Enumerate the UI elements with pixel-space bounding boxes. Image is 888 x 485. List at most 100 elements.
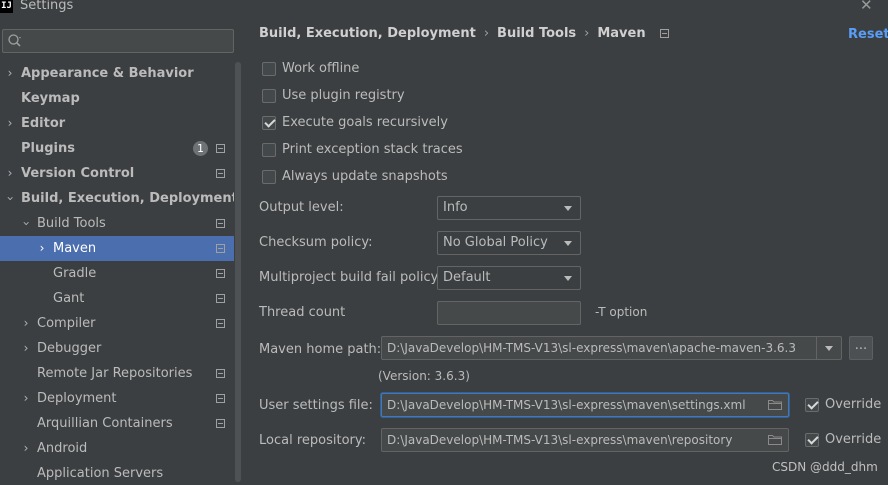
chevron-right-icon: › [23, 391, 29, 405]
close-icon[interactable]: ✕ [860, 0, 876, 14]
sidebar-item-arquillian-containers[interactable]: Arquillian Containers [0, 411, 234, 436]
search-icon [8, 34, 21, 47]
sidebar-item-application-servers[interactable]: Application Servers [0, 461, 234, 485]
settings-sidebar: › Appearance & Behavior Keymap › Editor … [0, 16, 242, 485]
sidebar-item-compiler[interactable]: › Compiler [0, 311, 234, 336]
reset-link[interactable]: Reset [848, 27, 888, 42]
chevron-right-icon: › [39, 241, 45, 255]
sidebar-item-label: Arquillian Containers [37, 416, 173, 431]
search-input[interactable] [29, 32, 229, 50]
multiproject-fail-policy-label: Multiproject build fail policy: [259, 270, 442, 285]
sidebar-item-label: Build Tools [37, 216, 106, 231]
sidebar-item-remote-jar-repositories[interactable]: Remote Jar Repositories [0, 361, 234, 386]
sidebar-item-label: Appearance & Behavior [21, 66, 194, 81]
breadcrumb: Build, Execution, Deployment › Build Tools… [259, 26, 669, 46]
chevron-down-icon: › [19, 221, 34, 226]
plugins-update-badge: 1 [193, 141, 208, 156]
checkbox-label: Execute goals recursively [282, 115, 448, 130]
sidebar-item-editor[interactable]: › Editor [0, 111, 234, 136]
thread-count-input[interactable] [437, 301, 581, 325]
dropdown-arrow-icon [564, 241, 572, 246]
user-settings-label: User settings file: [259, 398, 373, 413]
dropdown-arrow-icon[interactable] [825, 346, 833, 351]
checkbox-box[interactable] [262, 62, 276, 76]
breadcrumb-item: Build, Execution, Deployment [259, 26, 476, 41]
project-settings-icon [216, 244, 225, 253]
sidebar-item-build-execution-deployment[interactable]: › Build, Execution, Deployment [0, 186, 238, 211]
chevron-right-icon: › [23, 316, 29, 330]
breadcrumb-separator: › [483, 26, 490, 41]
breadcrumb-separator: › [584, 26, 590, 41]
maven-version-note: (Version: 3.6.3) [378, 369, 470, 383]
output-level-value: Info [443, 200, 468, 215]
local-repository-value: D:\JavaDevelop\HM-TMS-V13\sl-express\mav… [387, 433, 733, 447]
sidebar-item-plugins[interactable]: Plugins 1 [0, 136, 234, 161]
checkbox-label: Work offline [282, 61, 360, 76]
sidebar-item-gant[interactable]: Gant [0, 286, 234, 311]
sidebar-item-label: Deployment [37, 391, 117, 406]
checkbox-label: Always update snapshots [282, 169, 448, 184]
checkbox-box-checked[interactable] [805, 398, 819, 412]
sidebar-item-deployment[interactable]: › Deployment [0, 386, 234, 411]
sidebar-item-label: Maven [53, 241, 97, 256]
sidebar-item-debugger[interactable]: › Debugger [0, 336, 234, 361]
folder-icon[interactable] [768, 434, 782, 445]
project-settings-icon [216, 269, 225, 278]
output-level-select[interactable]: Info [437, 196, 581, 220]
sidebar-item-label: Gradle [53, 266, 97, 281]
chevron-right-icon: › [23, 441, 29, 455]
dropdown-arrow-icon [564, 206, 572, 211]
sidebar-scrollbar[interactable] [234, 16, 242, 485]
divider [816, 337, 817, 359]
thread-count-label: Thread count [259, 305, 346, 320]
project-settings-icon [216, 294, 225, 303]
project-settings-icon [216, 319, 225, 328]
chevron-down-icon: › [3, 196, 18, 201]
project-settings-icon [216, 169, 225, 178]
chevron-right-icon: › [7, 166, 13, 180]
sidebar-item-label: Compiler [37, 316, 96, 331]
breadcrumb-item: Build Tools [497, 26, 577, 41]
chevron-right-icon: › [7, 116, 13, 130]
user-settings-value: D:\JavaDevelop\HM-TMS-V13\sl-express\mav… [387, 398, 746, 412]
sidebar-item-label: Application Servers [37, 466, 164, 481]
checkbox-box[interactable] [262, 143, 276, 157]
output-level-label: Output level: [259, 200, 344, 215]
checkbox-box-checked[interactable] [262, 116, 276, 130]
project-settings-icon [216, 369, 225, 378]
sidebar-item-keymap[interactable]: Keymap [0, 86, 234, 111]
checkbox-label: Override [825, 432, 882, 447]
sidebar-item-build-tools[interactable]: › Build Tools [0, 211, 234, 236]
maven-home-combo[interactable]: D:\JavaDevelop\HM-TMS-V13\sl-express\mav… [381, 336, 842, 360]
folder-icon[interactable] [768, 399, 782, 410]
maven-settings-panel: Build, Execution, Deployment › Build Tools… [242, 16, 888, 485]
local-repository-input[interactable]: D:\JavaDevelop\HM-TMS-V13\sl-express\mav… [381, 428, 789, 452]
search-box[interactable] [2, 29, 234, 53]
sidebar-item-android[interactable]: › Android [0, 436, 234, 461]
sidebar-item-version-control[interactable]: › Version Control [0, 161, 234, 186]
project-settings-icon [659, 29, 669, 38]
sidebar-item-maven[interactable]: › Maven [0, 236, 234, 261]
sidebar-item-appearance-behavior[interactable]: › Appearance & Behavior [0, 61, 234, 86]
multiproject-fail-policy-select[interactable]: Default [437, 266, 581, 290]
project-settings-icon [216, 219, 225, 228]
sidebar-item-gradle[interactable]: Gradle [0, 261, 234, 286]
title-bar: IJ Settings ✕ [0, 0, 888, 16]
project-settings-icon [216, 144, 225, 153]
checkbox-box[interactable] [262, 170, 276, 184]
sidebar-item-label: Build, Execution, Deployment [21, 191, 238, 206]
sidebar-item-label: Plugins [21, 141, 75, 156]
checksum-policy-value: No Global Policy [443, 235, 548, 250]
checkbox-box[interactable] [262, 89, 276, 103]
user-settings-input[interactable]: D:\JavaDevelop\HM-TMS-V13\sl-express\mav… [381, 393, 789, 417]
csdn-watermark: CSDN @ddd_dhm [772, 460, 878, 474]
sidebar-item-label: Debugger [37, 341, 102, 356]
dropdown-arrow-icon [564, 276, 572, 281]
maven-home-label: Maven home path: [259, 342, 382, 357]
sidebar-scrollbar-thumb[interactable] [235, 62, 241, 482]
checksum-policy-select[interactable]: No Global Policy [437, 231, 581, 255]
intellij-logo-icon: IJ [0, 0, 13, 13]
maven-home-browse-button[interactable]: ... [849, 336, 873, 360]
maven-home-value: D:\JavaDevelop\HM-TMS-V13\sl-express\mav… [387, 341, 796, 355]
checkbox-box-checked[interactable] [805, 433, 819, 447]
